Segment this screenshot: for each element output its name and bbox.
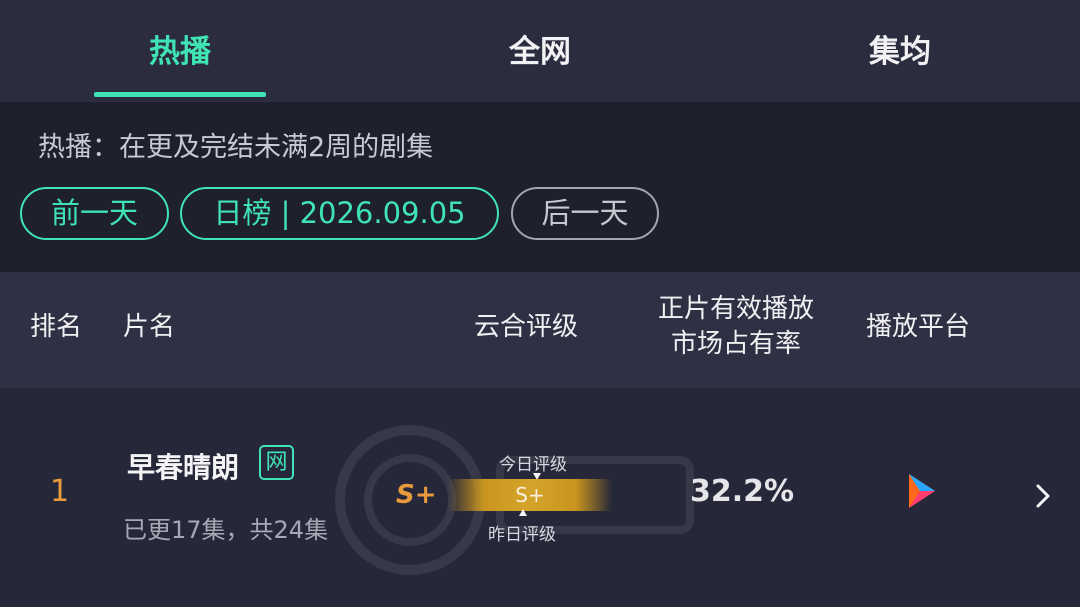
youku-play-icon[interactable] <box>905 470 941 512</box>
header-title: 片名 <box>123 312 176 342</box>
header-market-share-line2: 市场占有率 <box>670 329 801 359</box>
rating-bar: S+ <box>448 479 612 511</box>
header-rank: 排名 <box>30 312 83 342</box>
today-rating-label: 今日评级 <box>499 455 567 475</box>
show-title[interactable]: 早春晴朗 <box>127 446 239 486</box>
tab-per-episode[interactable]: 集均 <box>830 30 970 74</box>
header-market-share-line1: 正片有效播放 <box>657 294 814 324</box>
yesterday-rating-label: 昨日评级 <box>488 525 556 545</box>
rating-grade: S+ <box>396 480 437 510</box>
filter-panel: 热播：在更及完结未满2周的剧集 前一天 日榜 | 2026.09.05 后一天 <box>0 102 1080 272</box>
prev-day-button[interactable]: 前一天 <box>20 187 169 240</box>
table-header: 排名 片名 云合评级 正片有效播放 市场占有率 播放平台 <box>0 272 1080 388</box>
tab-all-network[interactable]: 全网 <box>470 30 610 74</box>
market-share-value: 32.2% <box>690 474 795 509</box>
yesterday-marker-icon <box>519 509 527 516</box>
table-row[interactable]: 1 早春晴朗 网 已更17集，共24集 S+ 今日评级 S+ 昨日评级 32.2… <box>0 390 1080 607</box>
category-description: 热播：在更及完结未满2周的剧集 <box>38 132 434 163</box>
episode-progress: 已更17集，共24集 <box>123 516 329 544</box>
tab-hot[interactable]: 热播 <box>110 30 250 74</box>
header-platform: 播放平台 <box>866 312 971 342</box>
active-tab-indicator <box>94 92 266 97</box>
chevron-right-icon[interactable] <box>1033 482 1053 510</box>
date-selector[interactable]: 日榜 | 2026.09.05 <box>180 187 499 240</box>
rating-bar-grade: S+ <box>515 483 545 507</box>
ranking-page: 热播 全网 集均 热播：在更及完结未满2周的剧集 前一天 日榜 | 2026.0… <box>0 0 1080 607</box>
header-market-share: 正片有效播放 市场占有率 <box>626 292 846 362</box>
rank-number: 1 <box>50 474 70 509</box>
web-drama-badge: 网 <box>259 445 294 480</box>
tab-bar: 热播 全网 集均 <box>0 0 1080 102</box>
header-rating: 云合评级 <box>474 312 579 342</box>
next-day-button[interactable]: 后一天 <box>511 187 659 240</box>
